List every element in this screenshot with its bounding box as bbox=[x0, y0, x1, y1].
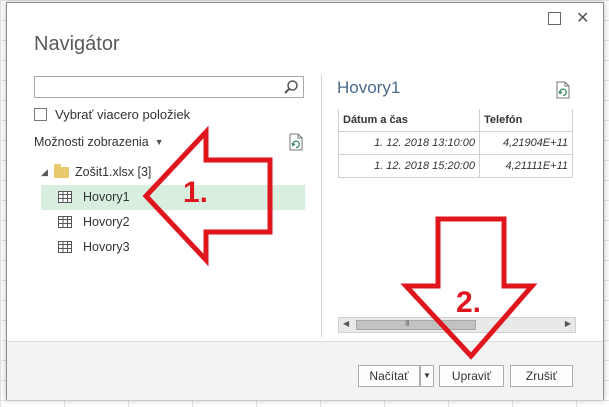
annotation-step-2: 2. bbox=[456, 286, 482, 319]
annotation-step-1: 1. bbox=[183, 176, 209, 209]
annotation-layer bbox=[142, 125, 538, 360]
